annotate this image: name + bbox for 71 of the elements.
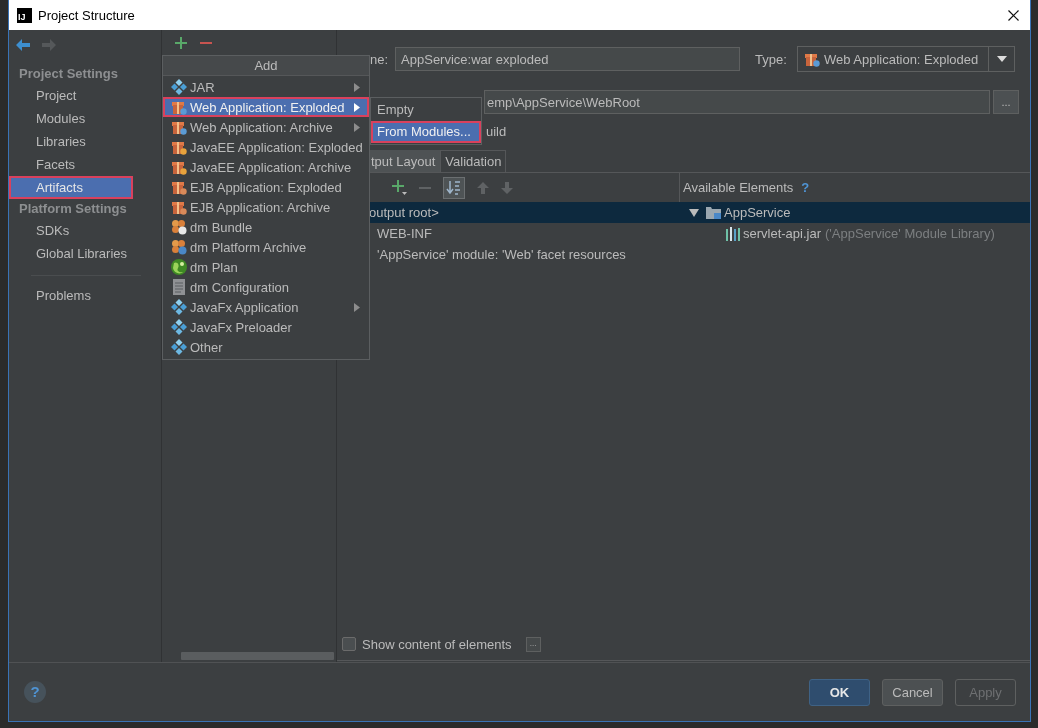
ok-button[interactable]: OK [809, 678, 870, 706]
menu-item[interactable]: JavaFx Application [163, 297, 369, 317]
package-icon [171, 199, 187, 215]
package-icon [803, 51, 820, 67]
name-label: ne: [370, 51, 389, 67]
menu-item[interactable]: Empty [371, 99, 481, 121]
path-field[interactable]: emp\AppService\WebRoot [484, 90, 990, 114]
menu-item[interactable]: JavaFx Preloader [163, 317, 369, 337]
plus-icon[interactable] [392, 180, 407, 195]
sidebar-item[interactable]: Problems [9, 284, 161, 307]
tab[interactable]: tput Layout [369, 150, 441, 172]
tree-item[interactable]: servlet-api.jar ('AppService' Module Library) [680, 223, 1030, 244]
diamonds-icon [171, 319, 187, 335]
browse-button[interactable]: ... [993, 90, 1019, 114]
menu-item[interactable]: Web Application: Archive [163, 117, 369, 137]
menu-item[interactable]: JavaEE Application: Exploded [163, 137, 369, 157]
diamonds-icon [171, 299, 187, 315]
menu-item[interactable]: dm Plan [163, 257, 369, 277]
option-label: uild [486, 123, 507, 139]
sort-icon[interactable] [443, 176, 465, 199]
menu-item[interactable]: EJB Application: Exploded [163, 177, 369, 197]
app-logo: IJ [17, 7, 32, 23]
checkbox[interactable] [342, 637, 356, 651]
library-icon [726, 226, 740, 241]
sidebar-item[interactable]: Libraries [9, 130, 161, 153]
package-icon [171, 179, 187, 195]
menu-item[interactable]: From Modules... [371, 121, 481, 143]
menu-item[interactable]: JAR [163, 77, 369, 97]
help-button[interactable]: ? [801, 180, 810, 195]
section-header: Project Settings [18, 65, 119, 83]
sidebar-item[interactable]: Global Libraries [9, 242, 161, 265]
document-icon [173, 279, 185, 295]
sidebar-item[interactable]: Modules [9, 107, 161, 130]
menu-item[interactable]: Other [163, 337, 369, 357]
name-field[interactable]: AppService:war exploded [395, 47, 741, 71]
close-icon[interactable] [1008, 9, 1019, 21]
section-header: Platform Settings [18, 200, 128, 218]
library-note: ('AppService' Module Library) [825, 226, 995, 241]
sidebar-item[interactable]: Artifacts [9, 176, 133, 199]
type-dropdown[interactable]: Web Application: Exploded [796, 46, 1015, 72]
panel-title: Available Elements [683, 180, 794, 195]
back-arrow-icon[interactable] [16, 39, 30, 51]
type-label: Type: [755, 51, 787, 67]
checkbox-label: Show content of elements [362, 636, 512, 652]
menu-item[interactable]: JavaEE Application: Archive [163, 157, 369, 177]
options-button[interactable]: ... [525, 636, 541, 652]
menu-title: Add [163, 56, 369, 76]
scrollbar[interactable] [181, 652, 334, 660]
diamonds-icon [171, 339, 187, 355]
sidebar-item[interactable]: SDKs [9, 219, 161, 242]
tree-item[interactable]: AppService [680, 202, 1030, 223]
package-icon [171, 99, 187, 115]
menu-item[interactable]: Web Application: Exploded [163, 97, 369, 117]
package-icon [171, 139, 187, 155]
caret-icon [997, 56, 1007, 62]
sidebar-item[interactable]: Facets [9, 153, 161, 176]
globe-icon [171, 259, 187, 275]
cluster-icon [171, 219, 187, 235]
package-icon [171, 159, 187, 175]
menu-item[interactable]: dm Configuration [163, 277, 369, 297]
folder-icon [706, 206, 721, 219]
expand-arrow-icon[interactable] [689, 207, 699, 218]
cluster-icon [171, 239, 187, 255]
diamonds-icon [171, 79, 187, 95]
tab[interactable]: Validation [440, 150, 507, 172]
window-title: Project Structure [38, 7, 135, 23]
sidebar-item[interactable]: Project [9, 84, 161, 107]
menu-item[interactable]: dm Platform Archive [163, 237, 369, 257]
plus-icon[interactable] [175, 37, 187, 49]
dialog-button[interactable]: Cancel [882, 678, 943, 706]
package-icon [171, 119, 187, 135]
